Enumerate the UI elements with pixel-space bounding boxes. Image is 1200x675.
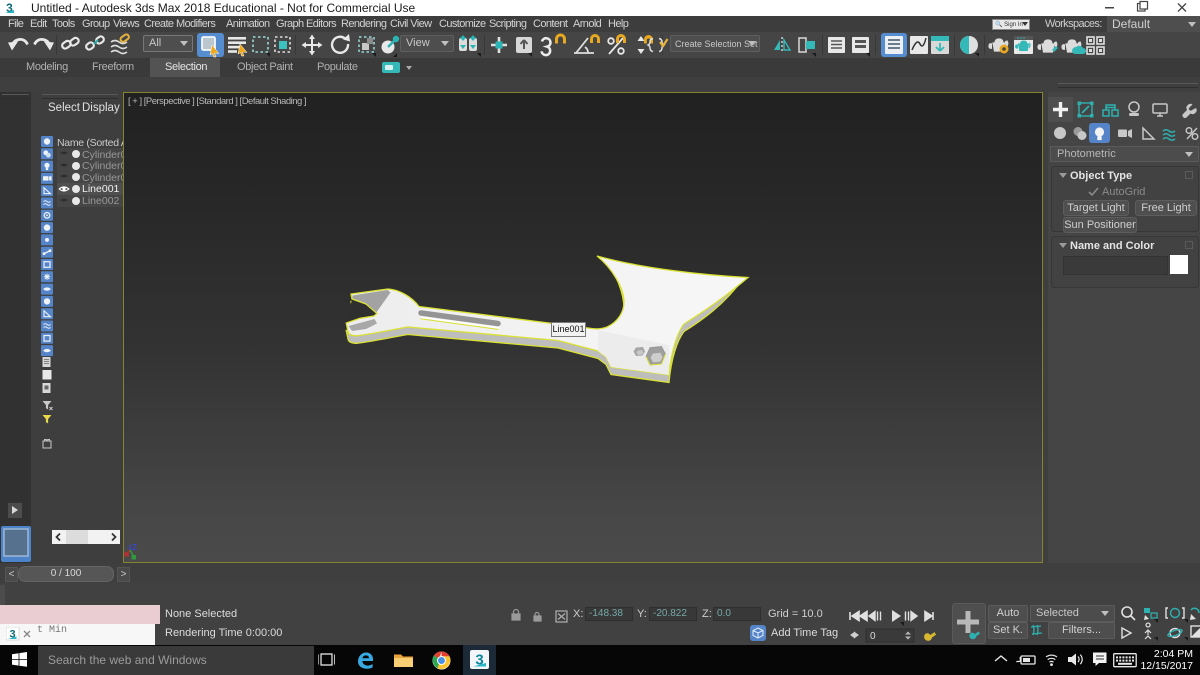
svg-text:0: 0 [870, 631, 876, 642]
svg-text:Z: Z [132, 543, 137, 552]
